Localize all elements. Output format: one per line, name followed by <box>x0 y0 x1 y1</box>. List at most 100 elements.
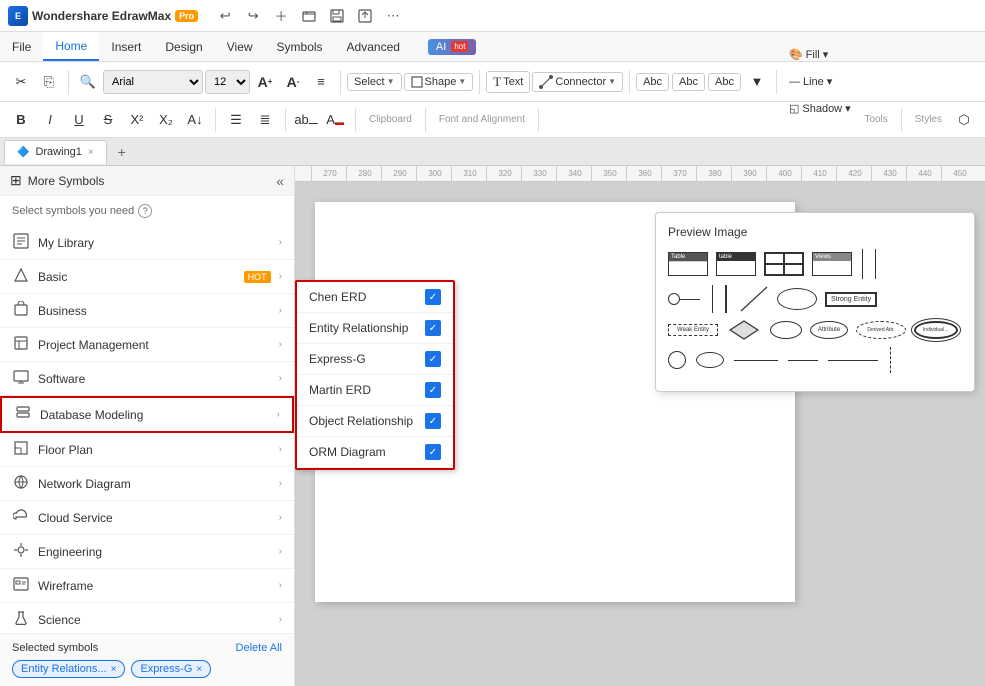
sidebar-item-basic[interactable]: Basic HOT › <box>0 260 294 294</box>
open-button[interactable] <box>298 5 320 27</box>
network-diagram-icon <box>12 474 30 493</box>
shrink-text-button[interactable]: A↓ <box>182 107 208 133</box>
menu-insert[interactable]: Insert <box>99 32 153 61</box>
more-button[interactable]: ⋯ <box>382 5 404 27</box>
preview-small-oval <box>696 352 724 368</box>
shadow-button[interactable]: ◱ Shadow▾ <box>783 96 857 122</box>
font-shrink-button[interactable]: A- <box>280 69 306 95</box>
orm-diagram-checkbox[interactable]: ✓ <box>425 444 441 460</box>
sep8 <box>355 108 356 132</box>
superscript-button[interactable]: X² <box>124 107 150 133</box>
new-button[interactable]: ＋ <box>270 5 292 27</box>
ruler-mark-430: 430 <box>871 166 906 182</box>
text-color-button[interactable]: A__ <box>322 107 348 133</box>
style-abc2[interactable]: Abc <box>672 73 705 91</box>
font-grow-button[interactable]: A+ <box>252 69 278 95</box>
help-icon[interactable]: ? <box>138 204 152 218</box>
express-g-checkbox[interactable]: ✓ <box>425 351 441 367</box>
wireframe-label: Wireframe <box>38 579 271 593</box>
software-label: Software <box>38 372 271 386</box>
export-button[interactable] <box>354 5 376 27</box>
menu-file[interactable]: File <box>0 32 43 61</box>
styles-expand2[interactable]: ⬡ <box>951 107 977 133</box>
menu-advanced[interactable]: Advanced <box>335 32 412 61</box>
sidebar-item-software[interactable]: Software › <box>0 362 294 396</box>
text-style-button[interactable]: ab__ <box>293 107 319 133</box>
redo-button[interactable]: ↪ <box>242 5 264 27</box>
basic-hot-tag: HOT <box>244 271 271 283</box>
undo-button[interactable]: ↩ <box>214 5 236 27</box>
font-name-select[interactable]: Arial <box>103 70 203 94</box>
search-button[interactable]: 🔍 <box>75 69 101 95</box>
sep1 <box>68 70 69 94</box>
sidebar-item-floor-plan[interactable]: Floor Plan › <box>0 433 294 467</box>
floor-plan-icon <box>12 440 30 459</box>
sidebar-item-wireframe[interactable]: Wireframe › <box>0 569 294 603</box>
style-abc3[interactable]: Abc <box>708 73 741 91</box>
sidebar-item-engineering[interactable]: Engineering › <box>0 535 294 569</box>
martin-erd-checkbox[interactable]: ✓ <box>425 382 441 398</box>
strikethrough-button[interactable]: S <box>95 107 121 133</box>
styles-expand[interactable]: ▼ <box>744 69 770 95</box>
subscript-button[interactable]: X₂ <box>153 107 179 133</box>
preview-v-dashed <box>890 347 891 373</box>
submenu-express-g[interactable]: Express-G ✓ <box>297 344 453 375</box>
tag-entity-relations-close[interactable]: × <box>111 664 117 675</box>
submenu-object-relationship[interactable]: Object Relationship ✓ <box>297 406 453 437</box>
copy-button[interactable]: ⎘ <box>36 69 62 95</box>
menu-design[interactable]: Design <box>153 32 214 61</box>
underline-button[interactable]: U <box>66 107 92 133</box>
align-button[interactable]: ≡ <box>308 69 334 95</box>
chen-erd-label: Chen ERD <box>309 290 417 304</box>
style-abc1[interactable]: Abc <box>636 73 669 91</box>
wireframe-arrow: › <box>279 580 282 591</box>
connector-dropdown[interactable]: Connector ▼ <box>532 72 623 92</box>
submenu-chen-erd[interactable]: Chen ERD ✓ <box>297 282 453 313</box>
sidebar-item-cloud-service[interactable]: Cloud Service › <box>0 501 294 535</box>
chen-erd-checkbox[interactable]: ✓ <box>425 289 441 305</box>
select-label: Select <box>354 76 385 88</box>
select-dropdown[interactable]: Select ▼ <box>347 73 402 91</box>
italic-button[interactable]: I <box>37 107 63 133</box>
sidebar-item-project-management[interactable]: Project Management › <box>0 328 294 362</box>
preview-diamond <box>728 319 760 341</box>
menu-view[interactable]: View <box>215 32 265 61</box>
fill-button[interactable]: 🎨 Fill▾ <box>783 42 857 68</box>
tag-express-g-close[interactable]: × <box>196 664 202 675</box>
delete-all-button[interactable]: Delete All <box>236 642 282 654</box>
bold-button[interactable]: B <box>8 107 34 133</box>
sidebar-item-business[interactable]: Business › <box>0 294 294 328</box>
sidebar-collapse-button[interactable]: « <box>276 173 284 189</box>
tag-express-g[interactable]: Express-G × <box>131 660 211 678</box>
tab-add-button[interactable]: + <box>111 141 133 163</box>
bullet-button[interactable]: ≣ <box>252 107 278 133</box>
tag-entity-relations[interactable]: Entity Relations... × <box>12 660 125 678</box>
submenu-martin-erd[interactable]: Martin ERD ✓ <box>297 375 453 406</box>
menu-symbols[interactable]: Symbols <box>265 32 335 61</box>
tab-drawing1[interactable]: 🔷 Drawing1 × <box>4 140 107 164</box>
sidebar-item-science[interactable]: Science › <box>0 603 294 633</box>
list-button[interactable]: ☰ <box>223 107 249 133</box>
title-bar: E Wondershare EdrawMax Pro ↩ ↪ ＋ ⋯ <box>0 0 985 32</box>
basic-icon <box>12 267 30 286</box>
preview-panel: Preview Image Table table <box>655 212 975 392</box>
sidebar-items: My Library › Basic HOT › Business › <box>0 226 294 633</box>
font-size-select[interactable]: 12 <box>205 70 250 94</box>
network-diagram-arrow: › <box>279 478 282 489</box>
sidebar-item-my-library[interactable]: My Library › <box>0 226 294 260</box>
sidebar-item-network-diagram[interactable]: Network Diagram › <box>0 467 294 501</box>
save-button[interactable] <box>326 5 348 27</box>
tab-drawing1-close[interactable]: × <box>88 147 94 158</box>
object-relationship-checkbox[interactable]: ✓ <box>425 413 441 429</box>
submenu-orm-diagram[interactable]: ORM Diagram ✓ <box>297 437 453 468</box>
entity-relationship-checkbox[interactable]: ✓ <box>425 320 441 336</box>
menu-ai[interactable]: AI hot <box>412 32 489 61</box>
line-button[interactable]: — Line▾ <box>783 69 857 95</box>
sidebar-item-database-modeling[interactable]: Database Modeling › <box>0 396 294 433</box>
cut-button[interactable]: ✂ <box>8 69 34 95</box>
text-dropdown[interactable]: T Text <box>486 71 530 93</box>
ai-badge: AI hot <box>428 39 477 55</box>
shape-dropdown[interactable]: Shape ▼ <box>404 73 474 91</box>
menu-home[interactable]: Home <box>43 32 99 61</box>
submenu-entity-relationship[interactable]: Entity Relationship ✓ <box>297 313 453 344</box>
